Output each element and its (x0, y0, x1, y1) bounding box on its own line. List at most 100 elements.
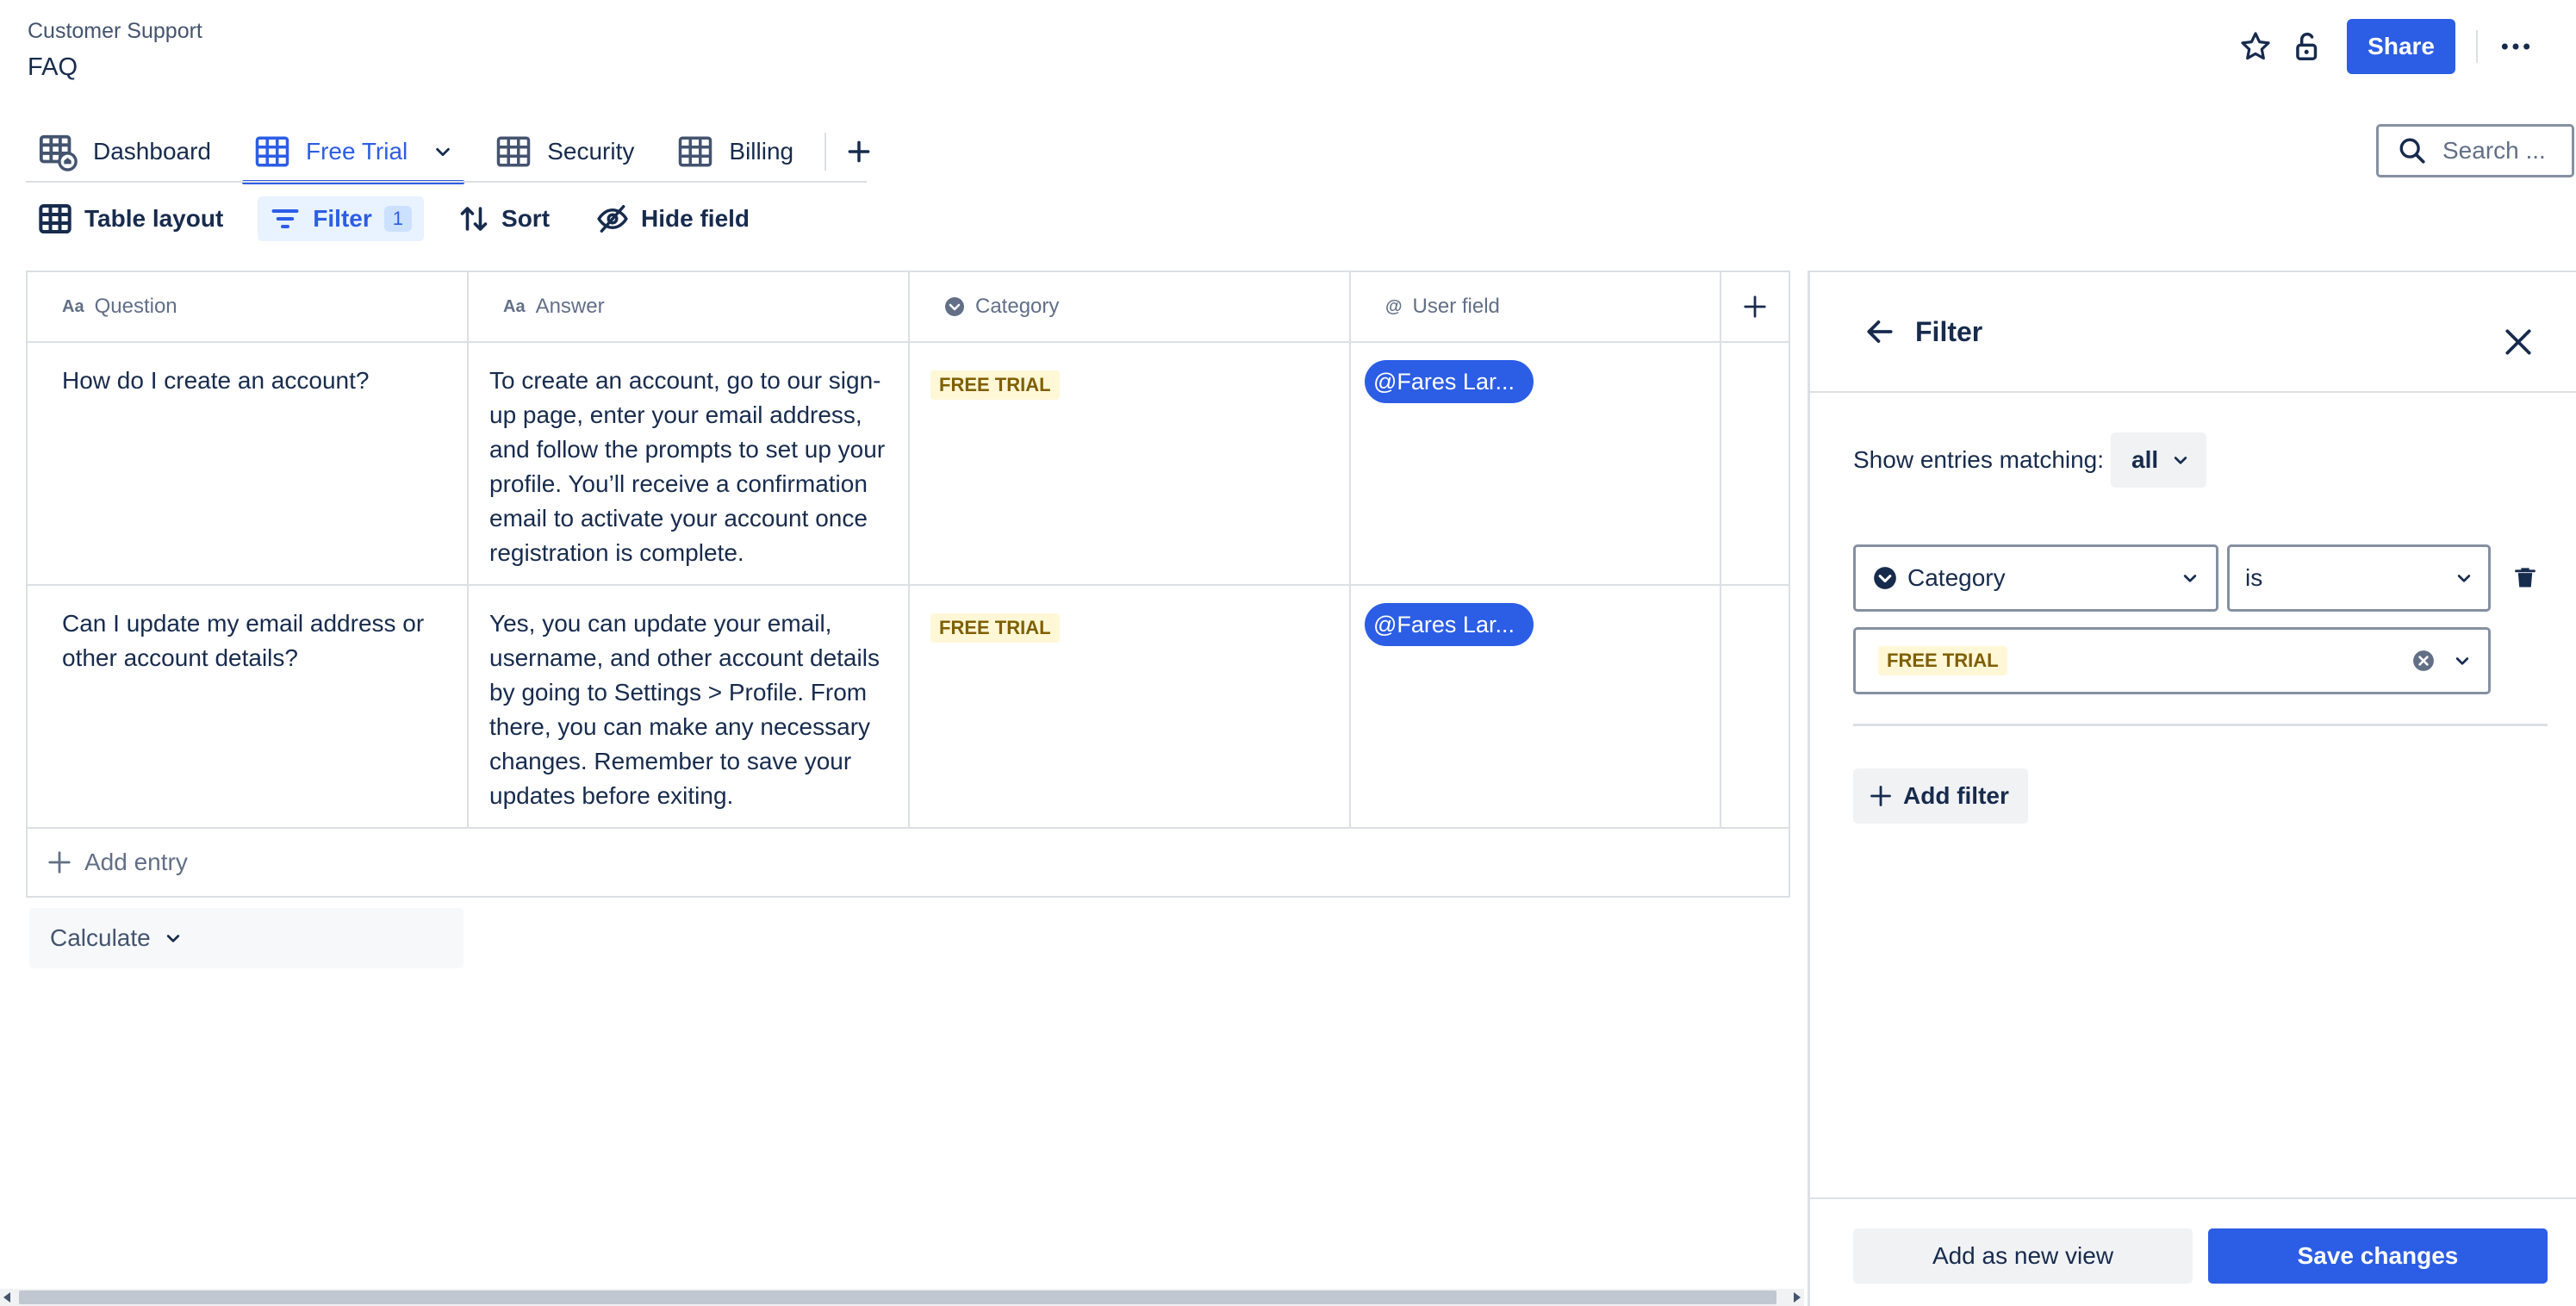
dashboard-table-icon (38, 132, 78, 171)
filter-operator-value: is (2245, 564, 2263, 591)
star-icon[interactable] (2230, 21, 2281, 72)
clear-icon (2413, 650, 2434, 671)
search-placeholder: Search ... (2442, 137, 2546, 164)
user-cell[interactable]: @Fares Lar... (1351, 343, 1721, 584)
column-header-label: Question (94, 295, 177, 318)
scrollbar-thumb[interactable] (19, 1290, 1776, 1304)
search-input[interactable]: Search ... (2376, 124, 2574, 177)
filter-value-select[interactable]: FREE TRIAL (1853, 627, 2491, 694)
tab-billing-label: Billing (729, 138, 794, 165)
table-icon (495, 134, 532, 170)
eye-off-icon (597, 205, 628, 233)
plus-icon (848, 140, 870, 163)
hide-field-button[interactable]: Hide field (584, 196, 762, 241)
table-icon (39, 204, 72, 233)
match-mode-select[interactable]: all (2111, 432, 2207, 488)
table-layout-label: Table layout (84, 205, 224, 232)
sort-label: Sort (501, 205, 551, 232)
category-tag: FREE TRIAL (930, 613, 1060, 643)
table-row[interactable]: Can I update my email address or other a… (28, 586, 1789, 829)
scroll-right-icon[interactable] (1794, 1292, 1801, 1303)
chevron-down-icon (166, 935, 179, 942)
sort-icon (460, 207, 488, 231)
column-header-label: Answer (535, 295, 605, 318)
column-header-category[interactable]: Category (910, 272, 1351, 341)
match-mode-value: all (2131, 446, 2159, 473)
column-header-question[interactable]: Aa Question (28, 272, 469, 341)
calculate-dropdown[interactable]: Calculate (29, 908, 464, 968)
filter-icon (271, 209, 299, 228)
filter-condition-row: Category is (1853, 544, 2537, 612)
filter-label: Filter (313, 205, 372, 232)
tab-billing[interactable]: Billing (665, 121, 806, 183)
horizontal-scrollbar[interactable] (0, 1289, 1804, 1306)
chevron-down-icon (2457, 575, 2471, 582)
header-divider (2476, 30, 2478, 63)
view-tabs: Dashboard Free Trial Security Billing (26, 121, 883, 184)
faq-table: Aa Question Aa Answer Category @ User fi… (26, 271, 1790, 898)
category-cell[interactable]: FREE TRIAL (910, 343, 1351, 584)
row-spacer-cell (1721, 343, 1789, 584)
column-header-user-field[interactable]: @ User field (1351, 272, 1721, 341)
scroll-left-icon[interactable] (3, 1292, 10, 1303)
filter-panel-title: Filter (1915, 315, 1983, 347)
tab-divider (824, 133, 827, 171)
more-icon[interactable] (2490, 21, 2542, 72)
chevron-down-icon (2175, 457, 2187, 464)
tab-free-trial[interactable]: Free Trial (241, 121, 465, 184)
question-cell[interactable]: Can I update my email address or other a… (28, 586, 469, 827)
category-tag: FREE TRIAL (930, 370, 1060, 400)
answer-cell[interactable]: Yes, you can update your email, username… (469, 586, 910, 827)
user-mention[interactable]: @Fares Lar... (1365, 603, 1534, 646)
tab-security[interactable]: Security (483, 121, 646, 183)
save-changes-button[interactable]: Save changes (2208, 1228, 2548, 1284)
chevron-down-icon[interactable] (433, 142, 452, 161)
calculate-label: Calculate (50, 924, 151, 951)
add-as-new-view-button[interactable]: Add as new view (1853, 1228, 2193, 1284)
question-cell[interactable]: How do I create an account? (28, 343, 469, 584)
add-filter-label: Add filter (1903, 782, 2009, 809)
tabs-underline (26, 181, 867, 183)
column-header-label: User field (1412, 295, 1500, 318)
table-header-row: Aa Question Aa Answer Category @ User fi… (28, 272, 1789, 343)
user-cell[interactable]: @Fares Lar... (1351, 586, 1721, 827)
table-row[interactable]: How do I create an account? To create an… (28, 343, 1789, 586)
trash-icon[interactable] (2513, 565, 2537, 591)
filter-panel-header: Filter (1810, 272, 2576, 393)
add-entry-button[interactable]: Add entry (28, 829, 1789, 896)
add-view-button[interactable] (835, 121, 883, 183)
chevron-down-icon (2183, 575, 2197, 582)
plus-icon (1744, 295, 1766, 318)
filter-button[interactable]: Filter 1 (258, 196, 425, 241)
answer-cell[interactable]: To create an account, go to our sign-up … (469, 343, 910, 584)
table-layout-button[interactable]: Table layout (26, 196, 235, 241)
plus-icon (48, 851, 71, 874)
mention-icon: @ (1385, 296, 1403, 316)
add-entry-label: Add entry (84, 849, 188, 875)
unlock-icon[interactable] (2281, 21, 2333, 72)
page-title: FAQ (28, 53, 78, 81)
category-cell[interactable]: FREE TRIAL (910, 586, 1351, 827)
back-arrow-icon[interactable] (1864, 315, 1896, 348)
add-column-button[interactable] (1721, 272, 1789, 341)
match-label: Show entries matching: (1853, 446, 2105, 473)
text-field-icon: Aa (503, 296, 526, 316)
tab-dashboard-label: Dashboard (93, 138, 211, 165)
breadcrumb[interactable]: Customer Support (28, 19, 202, 44)
category-icon (1874, 567, 1896, 589)
filter-field-select[interactable]: Category (1853, 544, 2218, 612)
sort-button[interactable]: Sort (446, 196, 562, 241)
filter-operator-select[interactable]: is (2227, 544, 2491, 612)
tab-security-label: Security (547, 138, 635, 165)
user-mention[interactable]: @Fares Lar... (1365, 360, 1534, 403)
row-spacer-cell (1721, 586, 1789, 827)
share-button[interactable]: Share (2347, 19, 2455, 74)
tab-dashboard[interactable]: Dashboard (26, 121, 223, 183)
hide-field-label: Hide field (641, 205, 750, 232)
close-icon[interactable] (2502, 326, 2535, 358)
column-header-answer[interactable]: Aa Answer (469, 272, 910, 341)
header-actions: Share (2230, 19, 2542, 74)
filter-panel: Filter Show entries matching: all Catego… (1808, 271, 2576, 1306)
add-filter-button[interactable]: Add filter (1853, 768, 2028, 824)
filter-value-tag: FREE TRIAL (1878, 646, 2007, 675)
